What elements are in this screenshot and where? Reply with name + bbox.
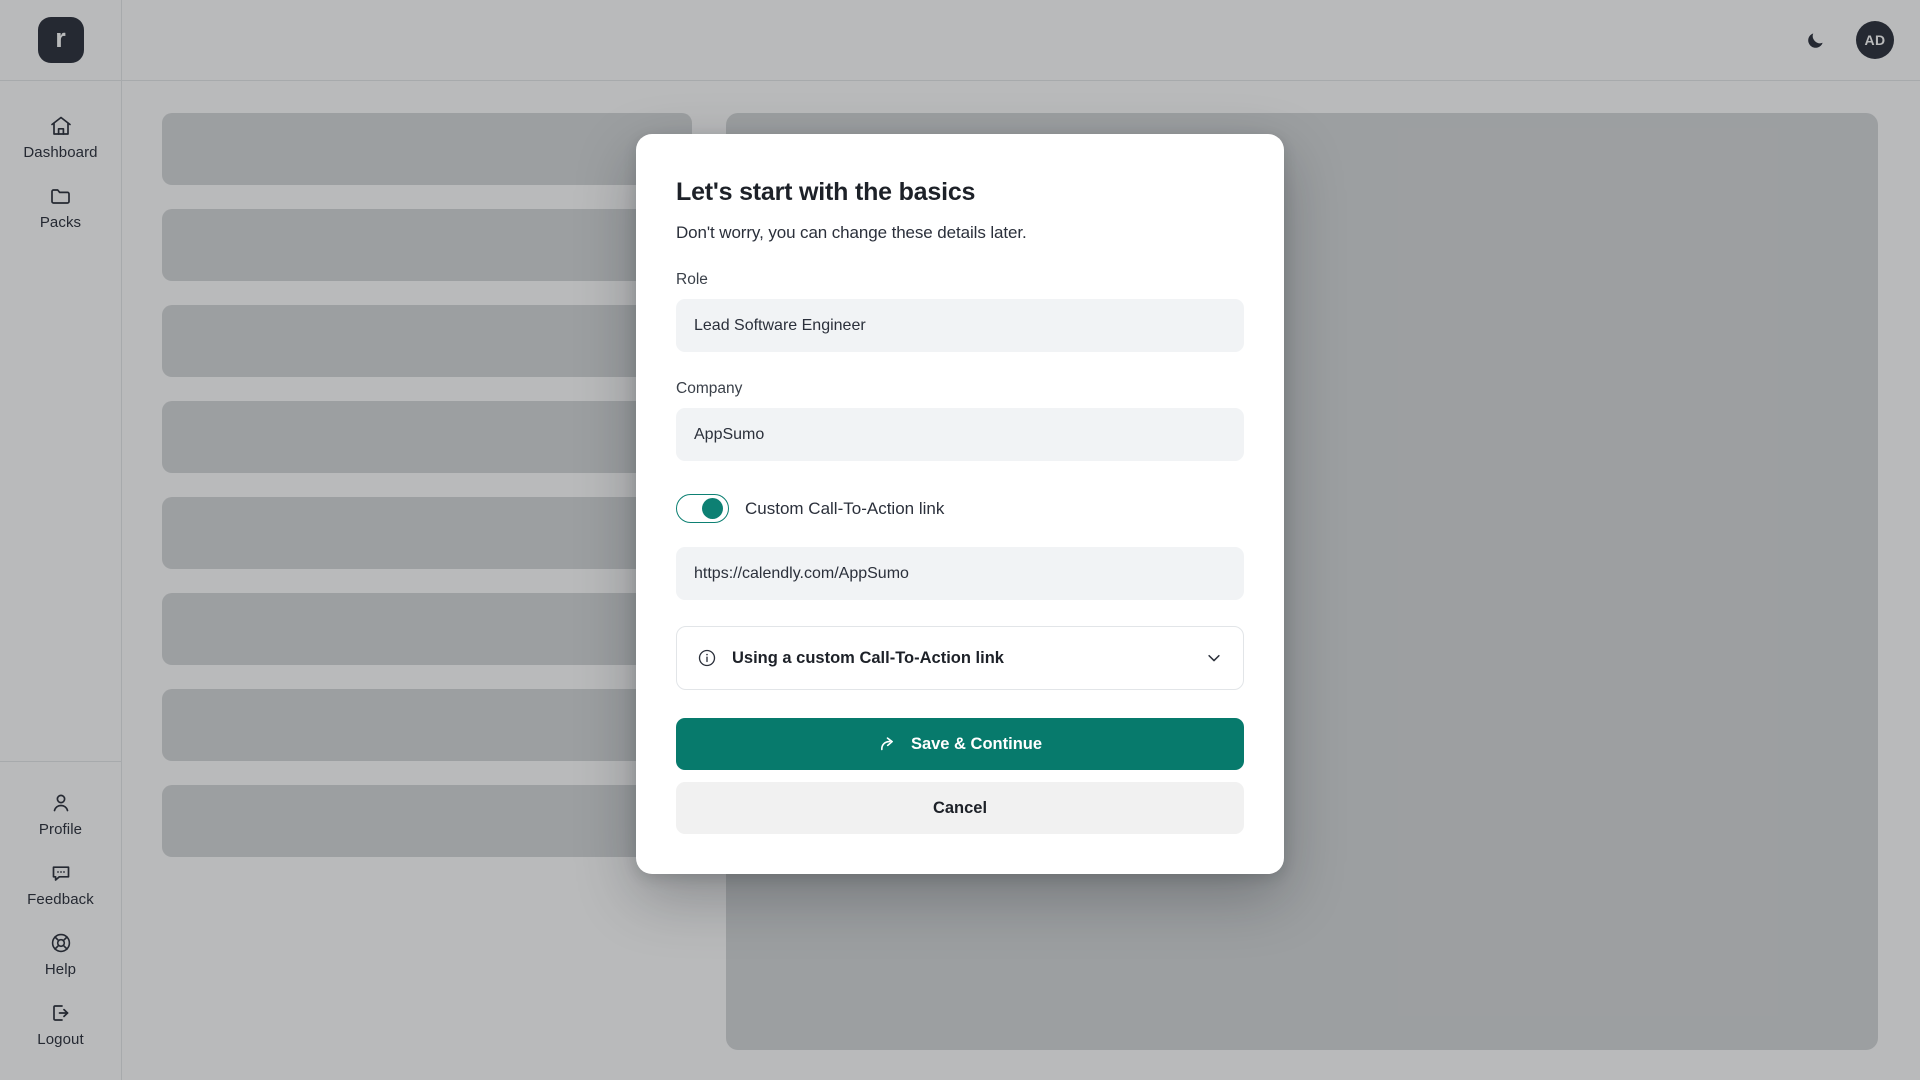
- cancel-label: Cancel: [932, 798, 988, 817]
- modal-subtitle: Don't worry, you can change these detail…: [676, 223, 1027, 242]
- share-arrow-icon: [878, 734, 898, 754]
- cta-link-field: [676, 547, 1244, 600]
- role-label: Role: [676, 271, 708, 288]
- custom-cta-toggle-label: Custom Call-To-Action link: [745, 498, 945, 518]
- company-label: Company: [676, 380, 743, 397]
- info-circle-icon: [697, 648, 717, 668]
- role-input[interactable]: [676, 299, 1244, 352]
- save-and-continue-label: Save & Continue: [910, 734, 1043, 753]
- company-field: Company: [676, 380, 1244, 461]
- modal-title: Let's start with the basics: [676, 178, 976, 206]
- cta-toggle-row: Custom Call-To-Action link: [676, 494, 1244, 523]
- chevron-down-icon[interactable]: [1205, 649, 1223, 667]
- cancel-button[interactable]: Cancel: [676, 782, 1244, 834]
- toggle-knob: [702, 497, 723, 519]
- company-input[interactable]: [676, 408, 1244, 461]
- custom-cta-toggle[interactable]: [676, 494, 729, 523]
- cta-info-accordion[interactable]: Using a custom Call-To-Action link: [676, 626, 1244, 690]
- cta-info-accordion-title: Using a custom Call-To-Action link: [732, 648, 1004, 667]
- save-and-continue-button[interactable]: Save & Continue: [676, 718, 1244, 770]
- role-field: Role: [676, 271, 1244, 352]
- cta-link-input[interactable]: [676, 547, 1244, 600]
- onboarding-basics-modal: Let's start with the basics Don't worry,…: [636, 134, 1284, 874]
